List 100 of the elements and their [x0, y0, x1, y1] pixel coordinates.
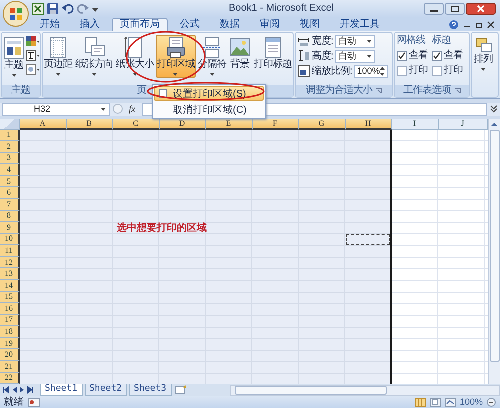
column-header[interactable]: I: [392, 118, 438, 130]
row-header[interactable]: 4: [0, 164, 20, 176]
row-header[interactable]: 22: [0, 372, 20, 384]
scroll-thumb[interactable]: [490, 130, 500, 362]
zoom-out-icon[interactable]: [487, 398, 496, 407]
minimize-icon[interactable]: [424, 2, 444, 15]
row-header[interactable]: 21: [0, 360, 20, 372]
ribbon-tab[interactable]: 数据: [212, 18, 248, 31]
save-icon[interactable]: [47, 2, 59, 15]
undo-icon[interactable]: [62, 2, 74, 15]
page-icon: [83, 36, 106, 58]
font-icon[interactable]: [26, 50, 40, 62]
ribbon-tab[interactable]: 开发工具: [332, 18, 388, 31]
first-sheet-icon[interactable]: [3, 386, 10, 394]
landscape-icon: [229, 36, 252, 58]
macro-record-icon[interactable]: [28, 398, 40, 407]
row-header[interactable]: 8: [0, 210, 20, 222]
row-header[interactable]: 10: [0, 234, 20, 246]
row-header[interactable]: 7: [0, 198, 20, 211]
row-header[interactable]: 9: [0, 222, 20, 234]
column-header[interactable]: F: [252, 118, 299, 130]
previous-sheet-icon[interactable]: [11, 386, 18, 394]
close-icon[interactable]: [487, 20, 495, 30]
checkbox[interactable]: 查看: [432, 50, 463, 62]
row-header[interactable]: 15: [0, 292, 20, 304]
close-icon[interactable]: [466, 2, 496, 15]
row-header[interactable]: 6: [0, 187, 20, 199]
ribbon-button[interactable]: 背景: [228, 34, 252, 73]
caret-icon: [132, 72, 138, 76]
ribbon-tab[interactable]: 视图: [292, 18, 328, 31]
column-header[interactable]: G: [299, 118, 346, 130]
ribbon-tab[interactable]: 公式: [172, 18, 208, 31]
caret-icon: [367, 40, 372, 44]
dialog-launcher-icon[interactable]: [376, 88, 382, 94]
spreadsheet-icon[interactable]: [32, 2, 44, 15]
dialog-launcher-icon[interactable]: [454, 88, 461, 94]
menu-item[interactable]: 取消打印区域(C): [154, 102, 264, 117]
maximize-icon[interactable]: [445, 2, 465, 15]
color-palette-icon[interactable]: [26, 36, 40, 48]
height-icon: [298, 50, 310, 62]
row-header[interactable]: 20: [0, 349, 20, 361]
row-header[interactable]: 2: [0, 141, 20, 153]
row-header[interactable]: 16: [0, 303, 20, 315]
caret-icon: [367, 55, 372, 58]
ribbon-tab[interactable]: 页面布局: [112, 18, 168, 31]
column-header[interactable]: B: [66, 118, 113, 130]
insert-sheet-icon[interactable]: [174, 385, 188, 396]
field-label: 宽度:: [312, 34, 334, 48]
ribbon-button[interactable]: 打印区域: [156, 34, 196, 78]
group-label: 主题: [12, 84, 30, 97]
scroll-thumb[interactable]: [234, 386, 387, 395]
arrange-button[interactable]: 排列: [473, 34, 494, 73]
help-icon[interactable]: [449, 20, 459, 30]
spin-field[interactable]: 100%: [354, 64, 388, 78]
row-header[interactable]: 3: [0, 152, 20, 164]
dropdown-field[interactable]: 自动: [335, 34, 376, 48]
row-header[interactable]: 18: [0, 326, 20, 338]
ribbon-button[interactable]: 打印标题: [252, 34, 293, 73]
row-header[interactable]: 17: [0, 314, 20, 326]
column-header[interactable]: C: [113, 118, 160, 130]
column-header[interactable]: J: [438, 118, 488, 130]
option-heading: 网格线: [397, 34, 426, 47]
name-box[interactable]: H32: [2, 102, 110, 116]
row-header[interactable]: 13: [0, 268, 20, 280]
checkbox[interactable]: 打印: [432, 64, 463, 77]
page-break-view-icon[interactable]: [444, 398, 456, 407]
row-header[interactable]: 5: [0, 176, 20, 188]
ribbon-tab[interactable]: 审阅: [252, 18, 288, 31]
zoom-level[interactable]: 100%: [460, 397, 483, 408]
row-header[interactable]: 14: [0, 280, 20, 292]
vertical-scrollbar[interactable]: [488, 118, 500, 384]
themes-button[interactable]: 主题: [3, 34, 25, 79]
last-sheet-icon[interactable]: [27, 386, 34, 394]
horizontal-scrollbar[interactable]: [230, 384, 500, 396]
row-header[interactable]: 11: [0, 245, 20, 257]
checkbox[interactable]: 打印: [397, 64, 428, 77]
effects-icon[interactable]: [26, 64, 40, 76]
column-header[interactable]: H: [346, 118, 392, 130]
sheet-tab[interactable]: Sheet3: [129, 384, 172, 396]
column-header[interactable]: E: [206, 118, 252, 130]
row-header[interactable]: 12: [0, 256, 20, 268]
column-header[interactable]: A: [20, 118, 66, 130]
ribbon-tab[interactable]: 插入: [72, 18, 108, 31]
next-sheet-icon[interactable]: [19, 386, 26, 394]
caret-icon: [210, 72, 215, 76]
stacked-pages-icon: [474, 36, 492, 53]
row-header[interactable]: 1: [0, 130, 20, 142]
ribbon-button[interactable]: 纸张方向: [74, 34, 114, 78]
page-layout-view-icon[interactable]: [430, 398, 441, 407]
expand-icon[interactable]: [490, 104, 498, 114]
sheet-tab[interactable]: Sheet2: [84, 384, 128, 396]
sheet-tab[interactable]: Sheet1: [40, 384, 83, 396]
checkbox[interactable]: 查看: [397, 50, 428, 62]
scale-icon: [298, 65, 310, 78]
ribbon-tab[interactable]: 开始: [32, 18, 68, 31]
row-header[interactable]: 19: [0, 338, 20, 350]
function-button[interactable]: fx: [126, 104, 138, 114]
dropdown-field[interactable]: 自动: [335, 50, 376, 63]
caret-icon: [173, 72, 178, 76]
ribbon-button[interactable]: 页边距: [43, 34, 74, 78]
